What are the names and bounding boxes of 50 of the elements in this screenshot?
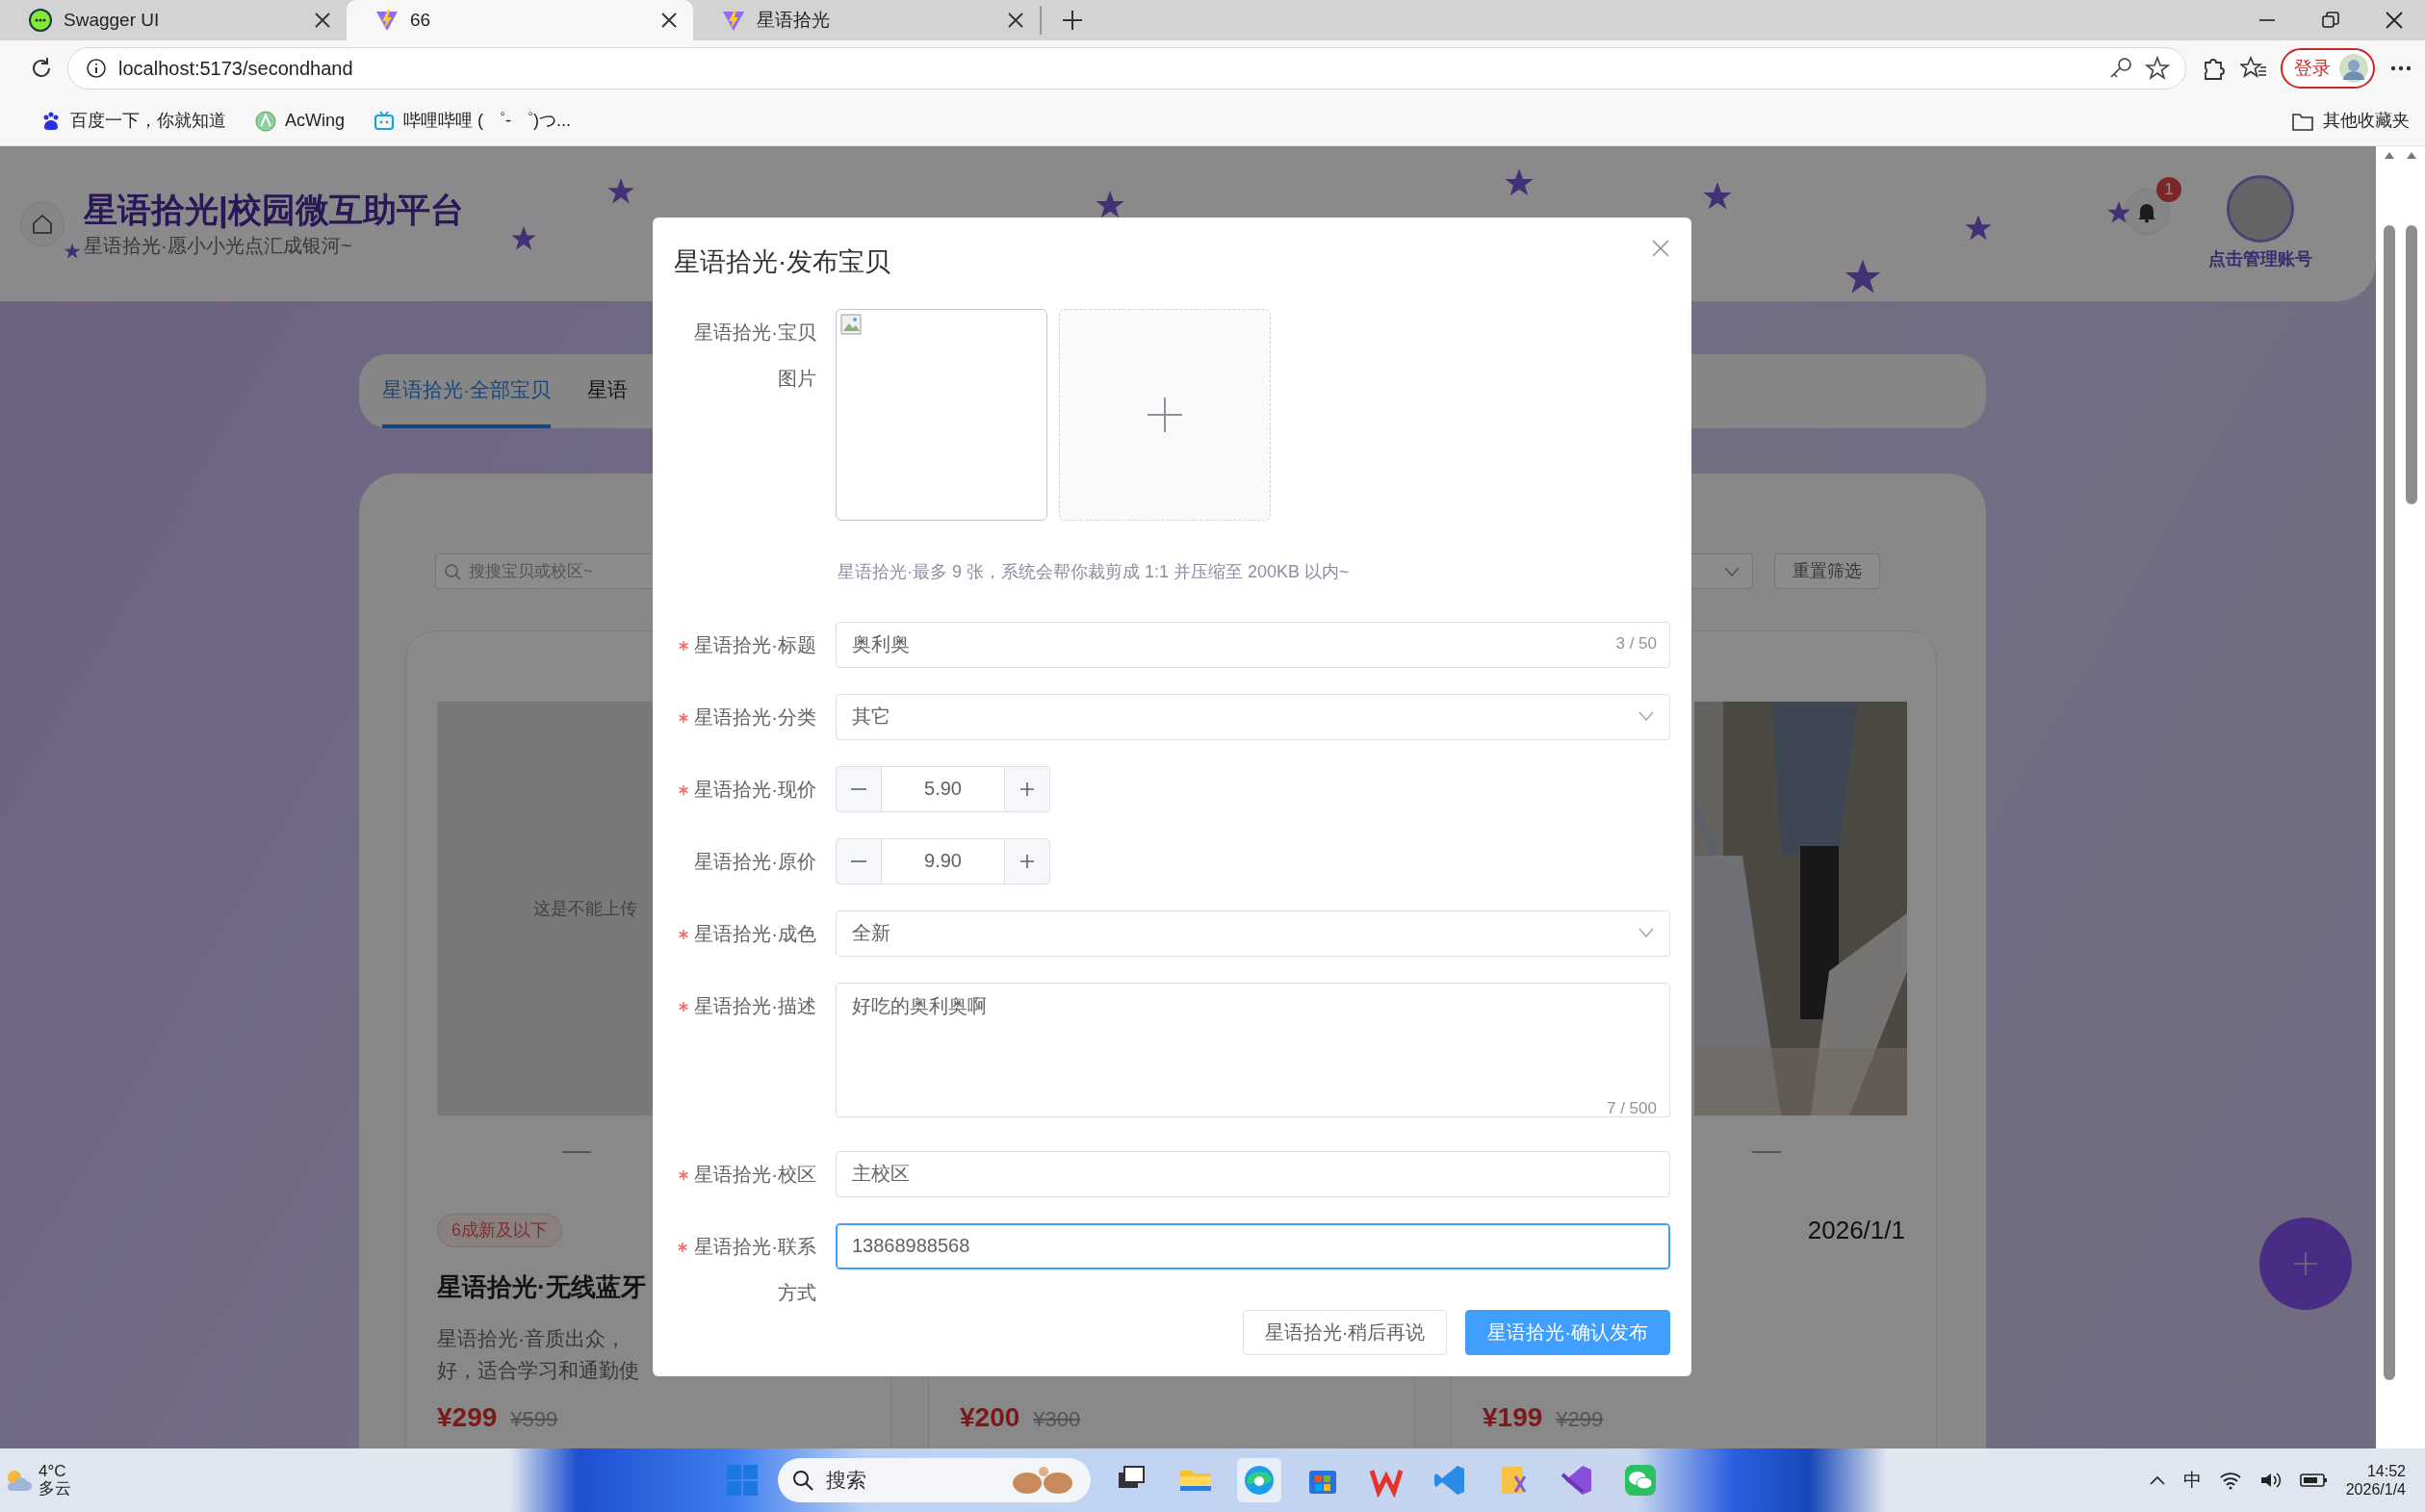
input-method[interactable]: 中: [2182, 1466, 2202, 1495]
field-label: 星语拾光·原价: [694, 849, 816, 874]
browser-tab[interactable]: 66: [347, 0, 693, 40]
character-counter: 7 / 500: [1607, 1098, 1657, 1119]
field-label: 星语拾光·成色: [694, 921, 816, 946]
character-counter: 3 / 50: [1615, 633, 1657, 654]
bookmark-folder[interactable]: 其他收藏夹: [2291, 108, 2410, 134]
profile-button[interactable]: 登录: [2281, 48, 2375, 89]
clock-date[interactable]: 2026/1/4: [2345, 1480, 2406, 1499]
field-label: 星语拾光·宝贝图片: [693, 320, 816, 391]
bookmark[interactable]: 百度一下，你就知道: [40, 108, 226, 134]
price: ¥199: [1483, 1401, 1543, 1434]
field-label: 星语拾光·校区: [694, 1162, 816, 1187]
browser-tab[interactable]: Swagger UI: [0, 0, 347, 40]
reset-button[interactable]: 重置筛选: [1774, 553, 1880, 589]
condition-tag: 6成新及以下: [437, 1213, 562, 1247]
product-description: 星语拾光·音质出众， 好，适合学习和通勤使: [437, 1327, 639, 1381]
input-field[interactable]: 13868988568: [836, 1222, 1670, 1269]
number-field[interactable]: 9.90: [882, 837, 1004, 884]
address-text: localhost:5173/secondhand: [118, 57, 354, 81]
category-tab[interactable]: 星语: [587, 354, 628, 428]
address-bar[interactable]: localhost:5173/secondhand: [67, 47, 2186, 90]
account-link[interactable]: 点击管理账号: [2208, 246, 2312, 272]
price: ¥200: [960, 1401, 1020, 1434]
bookmark[interactable]: AcWing: [255, 108, 345, 134]
temperature: 4°C: [39, 1463, 67, 1480]
notification-badge: 1: [2156, 177, 2181, 202]
cancel-button[interactable]: 星语拾光·稍后再说: [1242, 1309, 1448, 1355]
taskbar-search[interactable]: 搜索: [778, 1458, 1091, 1502]
field-label: 星语拾光·现价: [694, 777, 816, 802]
site-title: 星语拾光|校园微互助平台: [84, 189, 464, 231]
placeholder-text: 这是不能上传: [533, 897, 637, 920]
site-subtitle: 星语拾光·愿小小光点汇成银河~: [84, 234, 352, 259]
dialog-title: 星语拾光·发布宝贝: [674, 246, 890, 278]
select-field[interactable]: 其它: [836, 693, 1670, 740]
post-date: 2026/1/1: [1807, 1214, 1905, 1246]
product-title: 星语拾光·无线蓝牙: [437, 1271, 646, 1303]
upload-hint: 星语拾光·最多 9 张，系统会帮你裁剪成 1:1 并压缩至 200KB 以内~: [838, 560, 1351, 583]
browser-tab[interactable]: 星语拾光: [693, 0, 1040, 40]
field-label: 星语拾光·描述: [694, 993, 816, 1018]
input-field[interactable]: 主校区: [836, 1150, 1670, 1197]
weather-text: 多云: [39, 1480, 71, 1498]
number-field[interactable]: 5.90: [882, 765, 1004, 812]
field-label: 星语拾光·分类: [694, 705, 816, 730]
select-field[interactable]: 全新: [836, 910, 1670, 957]
clock-time[interactable]: 14:52: [2345, 1461, 2406, 1480]
price: ¥299: [437, 1401, 498, 1434]
field-label: 星语拾光·联系方式: [693, 1234, 816, 1305]
field-label: 星语拾光·标题: [694, 632, 816, 657]
bookmark[interactable]: 哔哩哔哩 ( ゜- ゜)つ...: [374, 108, 571, 134]
